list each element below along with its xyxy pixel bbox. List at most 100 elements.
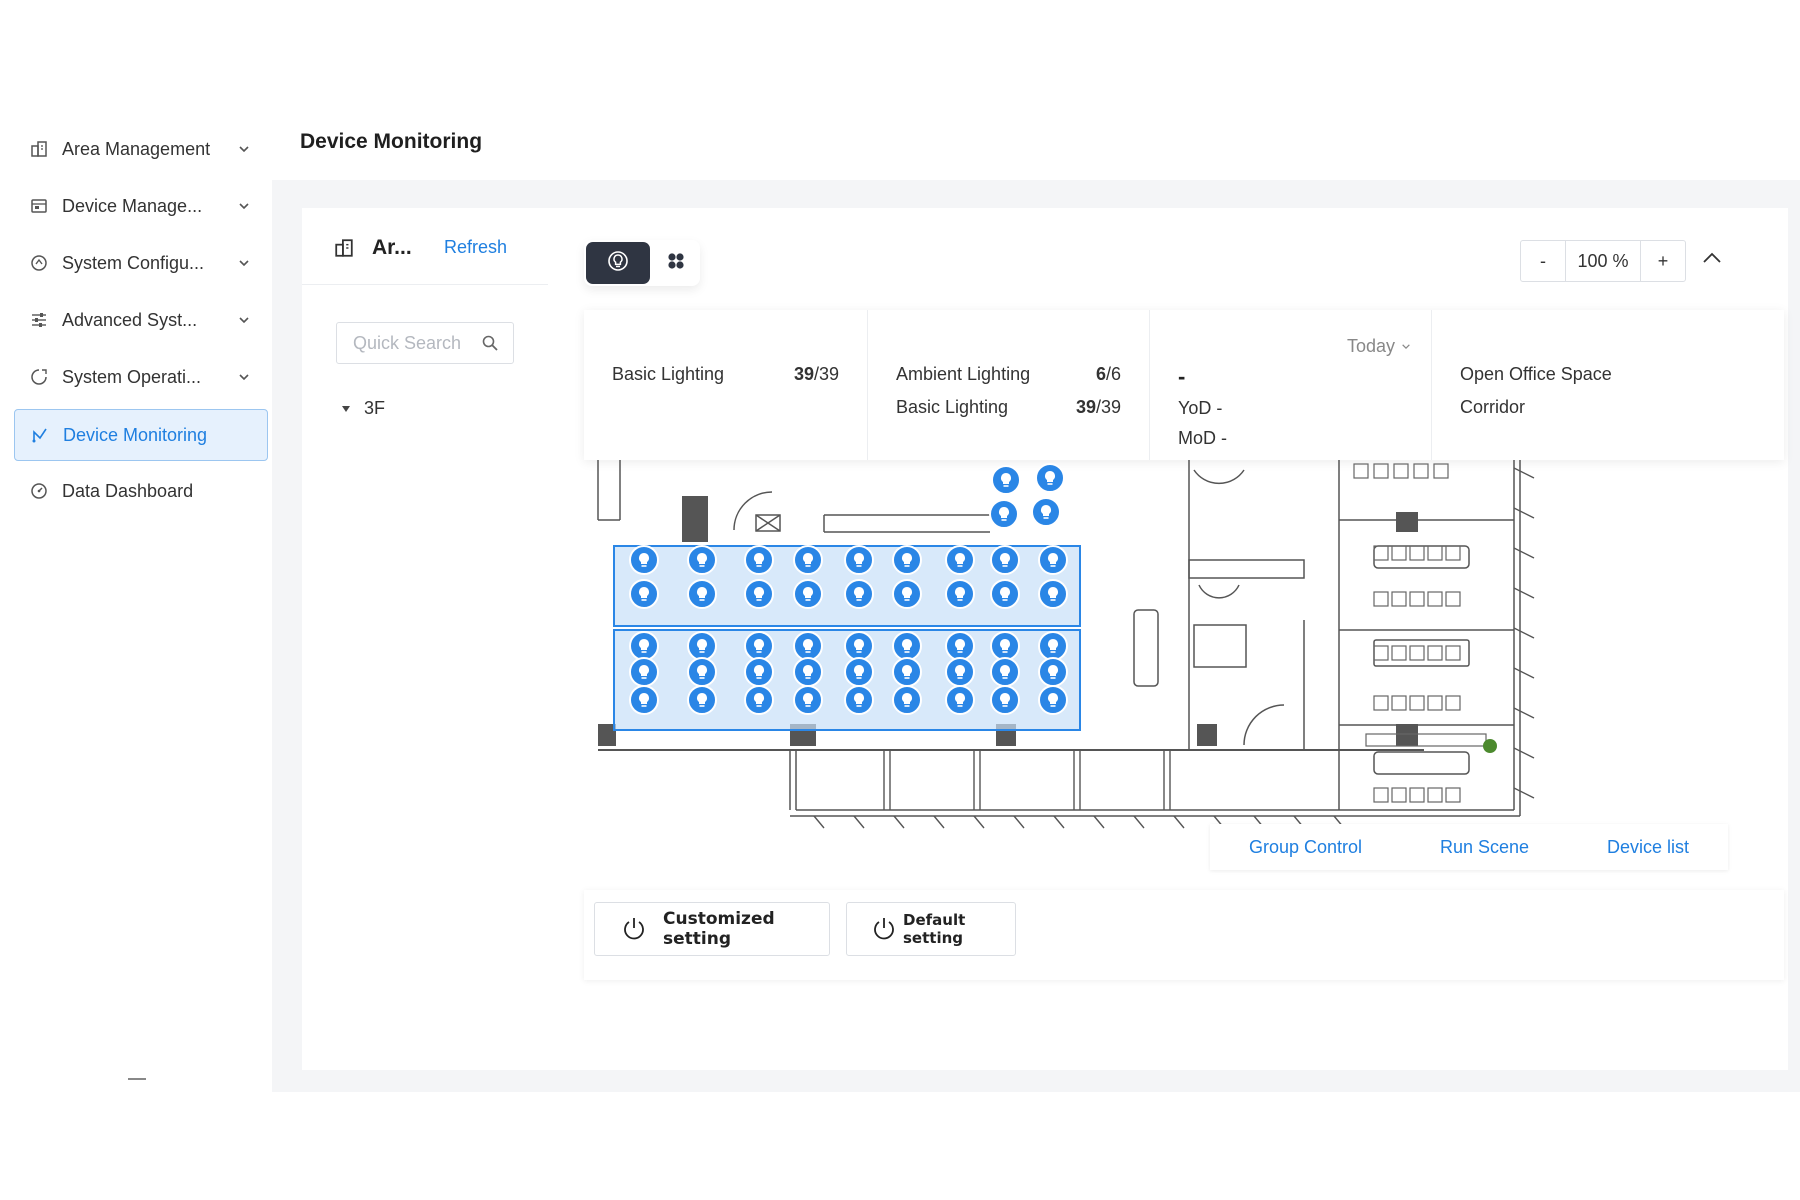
- light-marker-icon[interactable]: [945, 685, 975, 715]
- light-marker-icon[interactable]: [793, 631, 823, 661]
- stat-count: 6/6: [1095, 364, 1121, 384]
- light-marker-icon[interactable]: [990, 545, 1020, 575]
- search-icon[interactable]: [481, 334, 499, 357]
- light-marker-icon[interactable]: [892, 579, 922, 609]
- light-marker-icon[interactable]: [687, 579, 717, 609]
- light-marker-icon[interactable]: [1038, 657, 1068, 687]
- light-marker-icon[interactable]: [945, 579, 975, 609]
- stat-label: Basic Lighting: [612, 364, 725, 384]
- light-marker-icon[interactable]: [989, 499, 1019, 529]
- light-marker-icon[interactable]: [1038, 631, 1068, 661]
- stat-count: 39/39: [793, 364, 839, 384]
- stat-row: Basic Lighting 39/39: [896, 397, 1121, 418]
- light-marker-icon[interactable]: [892, 545, 922, 575]
- refresh-link[interactable]: Refresh: [444, 237, 507, 258]
- sidebar-item-label: System Operati...: [62, 366, 202, 387]
- light-marker-icon[interactable]: [744, 631, 774, 661]
- period-select-value: Today: [1346, 336, 1395, 356]
- default-setting-button[interactable]: Default setting: [846, 902, 1016, 956]
- period-select[interactable]: Today: [1347, 336, 1411, 357]
- sidebar-collapse-handle[interactable]: [128, 1078, 146, 1080]
- stats-bar: Basic Lighting 39/39 Ambient Lighting 6/…: [584, 310, 1784, 460]
- zoom-in-button[interactable]: +: [1641, 241, 1685, 281]
- view-toggle: [584, 240, 700, 286]
- chevron-up-icon[interactable]: [1698, 244, 1726, 272]
- plant-icon: [1483, 739, 1497, 753]
- light-marker-icon[interactable]: [945, 657, 975, 687]
- light-marker-icon[interactable]: [991, 465, 1021, 495]
- light-marker-icon[interactable]: [892, 657, 922, 687]
- quick-search-box: [336, 322, 514, 364]
- grid-view-button[interactable]: [654, 242, 698, 284]
- zoom-level: 100 %: [1565, 241, 1641, 281]
- sidebar-item-device-monitoring[interactable]: Device Monitoring: [14, 409, 268, 461]
- light-marker-icon[interactable]: [844, 657, 874, 687]
- floor-plan-actions: Group Control Run Scene Device list: [1210, 824, 1728, 870]
- light-marker-icon[interactable]: [844, 685, 874, 715]
- light-marker-icon[interactable]: [990, 631, 1020, 661]
- stat-card-spaces: Open Office Space Corridor: [1432, 310, 1784, 460]
- chevron-down-icon: [1401, 343, 1411, 350]
- sidebar-item-data-dashboard[interactable]: Data Dashboard: [14, 466, 266, 516]
- sidebar-item-label: Area Management: [62, 138, 211, 159]
- sidebar: Area Management Device Manage... System …: [8, 112, 272, 1092]
- light-marker-icon[interactable]: [793, 579, 823, 609]
- caret-down-icon[interactable]: [342, 405, 350, 412]
- light-marker-icon[interactable]: [945, 631, 975, 661]
- light-marker-icon[interactable]: [990, 685, 1020, 715]
- light-marker-icon[interactable]: [990, 657, 1020, 687]
- light-marker-icon[interactable]: [1031, 497, 1061, 527]
- light-marker-icon[interactable]: [844, 545, 874, 575]
- lightbulb-view-button[interactable]: [586, 242, 650, 284]
- zoom-out-button[interactable]: -: [1521, 241, 1565, 281]
- app-shell: Area Management Device Manage... System …: [8, 112, 1800, 1092]
- light-marker-icon[interactable]: [744, 685, 774, 715]
- light-marker-icon[interactable]: [844, 579, 874, 609]
- sidebar-item-system-operation[interactable]: System Operati...: [14, 352, 266, 402]
- energy-value: -: [1178, 364, 1186, 389]
- sidebar-item-label: System Configu...: [62, 252, 205, 273]
- light-marker-icon[interactable]: [629, 579, 659, 609]
- settings-circle-icon: [28, 252, 50, 274]
- light-marker-icon[interactable]: [793, 545, 823, 575]
- sidebar-item-area-management[interactable]: Area Management: [14, 124, 266, 174]
- light-marker-icon[interactable]: [687, 631, 717, 661]
- light-marker-icon[interactable]: [687, 657, 717, 687]
- light-marker-icon[interactable]: [793, 657, 823, 687]
- light-marker-icon[interactable]: [629, 657, 659, 687]
- light-marker-icon[interactable]: [629, 685, 659, 715]
- light-marker-icon[interactable]: [744, 545, 774, 575]
- light-marker-icon[interactable]: [990, 579, 1020, 609]
- light-marker-icon[interactable]: [687, 685, 717, 715]
- light-marker-icon[interactable]: [744, 579, 774, 609]
- page-header: Device Monitoring: [272, 112, 1800, 180]
- sidebar-item-advanced-system[interactable]: Advanced Syst...: [14, 295, 266, 345]
- sidebar-item-label: Device Monitoring: [63, 424, 208, 445]
- tree-node-floor[interactable]: 3F: [342, 398, 385, 419]
- light-marker-icon[interactable]: [744, 657, 774, 687]
- light-marker-icon[interactable]: [629, 545, 659, 575]
- light-marker-icon[interactable]: [687, 545, 717, 575]
- customized-setting-button[interactable]: Customized setting: [594, 902, 830, 956]
- floor-plan[interactable]: [584, 460, 1784, 880]
- light-marker-icon[interactable]: [945, 545, 975, 575]
- light-marker-icon[interactable]: [1038, 579, 1068, 609]
- light-marker-icon[interactable]: [629, 631, 659, 661]
- quick-search-input[interactable]: [351, 332, 475, 355]
- light-marker-icon[interactable]: [1035, 463, 1065, 493]
- group-control-link[interactable]: Group Control: [1249, 837, 1362, 858]
- power-icon: [621, 916, 647, 942]
- light-marker-icon[interactable]: [1038, 545, 1068, 575]
- light-marker-icon[interactable]: [1038, 685, 1068, 715]
- sidebar-item-system-configuration[interactable]: System Configu...: [14, 238, 266, 288]
- run-scene-link[interactable]: Run Scene: [1440, 837, 1529, 858]
- light-marker-icon[interactable]: [844, 631, 874, 661]
- device-list-link[interactable]: Device list: [1607, 837, 1689, 858]
- light-marker-icon[interactable]: [892, 631, 922, 661]
- building-icon: [334, 238, 354, 263]
- dashboard-gauge-icon: [28, 480, 50, 502]
- light-marker-icon[interactable]: [892, 685, 922, 715]
- chevron-down-icon: [234, 316, 254, 324]
- sidebar-item-device-management[interactable]: Device Manage...: [14, 181, 266, 231]
- light-marker-icon[interactable]: [793, 685, 823, 715]
